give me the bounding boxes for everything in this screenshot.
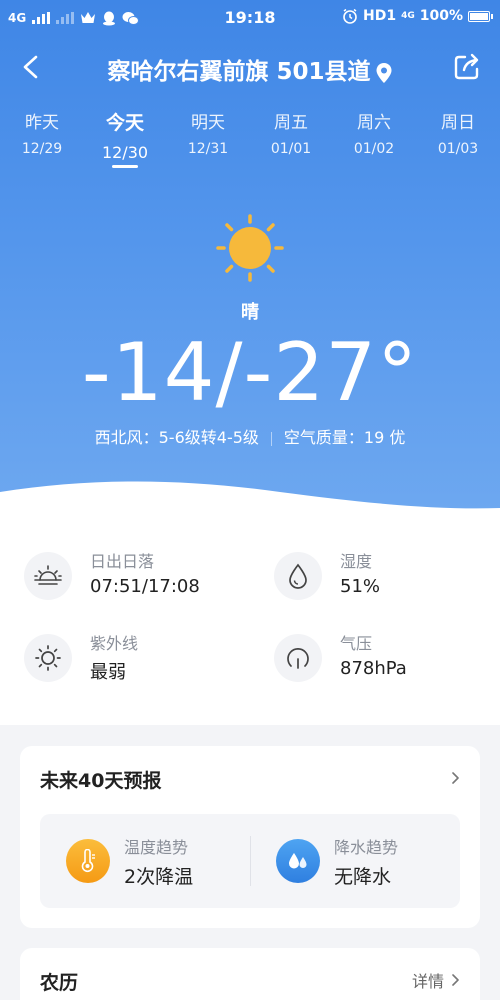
day-date: 12/30 xyxy=(101,143,149,162)
details-link[interactable]: 详情 xyxy=(412,968,444,992)
sunny-icon xyxy=(216,214,284,282)
day-date: 01/03 xyxy=(437,141,479,157)
uv-icon xyxy=(24,634,72,682)
hero-wave xyxy=(0,481,500,530)
weather-hero: 4G 19:18 HD1 4G 100% 察哈尔右翼前旗 501县道 昨天 12/… xyxy=(0,0,500,530)
humidity: 湿度 51% xyxy=(274,548,500,608)
detail-value: 最弱 xyxy=(90,662,126,683)
chevron-right-icon[interactable] xyxy=(450,772,462,784)
tab-tomorrow[interactable]: 明天 12/31 xyxy=(168,108,248,157)
sunrise-sunset: 日出日落 07:51/17:08 xyxy=(24,548,254,608)
location-name: 察哈尔右翼前旗 501县道 xyxy=(107,59,371,85)
tab-yesterday[interactable]: 昨天 12/29 xyxy=(2,108,82,157)
tab-saturday[interactable]: 周六 01/02 xyxy=(334,108,414,157)
day-date: 12/31 xyxy=(187,141,229,157)
wind-info: 西北风：5-6级转4-5级 xyxy=(94,428,259,447)
day-name: 周日 xyxy=(441,113,475,133)
day-date: 12/29 xyxy=(21,141,63,157)
location-title[interactable]: 察哈尔右翼前旗 501县道 xyxy=(60,52,440,86)
day-name: 今天 xyxy=(105,112,144,134)
air-quality[interactable]: 空气质量：19 优 xyxy=(284,428,405,447)
divider xyxy=(270,431,272,446)
weather-details: 日出日落 07:51/17:08 湿度 51% 紫外线 最弱 气压 878hPa xyxy=(0,530,500,725)
trend-value: 2次降温 xyxy=(124,866,194,888)
alarm-icon xyxy=(343,8,357,24)
top-header: 察哈尔右翼前旗 501县道 xyxy=(0,44,500,92)
precipitation-trend[interactable]: 降水趋势 无降水 xyxy=(250,814,460,908)
trend-panel: 温度趋势 2次降温 降水趋势 无降水 xyxy=(40,814,460,908)
sunrise-icon xyxy=(24,552,72,600)
thermometer-icon xyxy=(66,839,110,883)
day-name: 周六 xyxy=(357,113,391,133)
battery-icon xyxy=(468,10,493,22)
detail-value: 51% xyxy=(340,576,381,597)
tab-today[interactable]: 今天 12/30 xyxy=(85,108,165,162)
chevron-right-icon[interactable] xyxy=(450,974,462,986)
humidity-icon xyxy=(274,552,322,600)
active-tab-indicator xyxy=(112,165,138,168)
tab-friday[interactable]: 周五 01/01 xyxy=(251,108,331,157)
location-pin-icon xyxy=(376,62,392,83)
back-icon[interactable] xyxy=(16,52,46,82)
detail-label: 湿度 xyxy=(340,552,373,571)
temperature-range: -14/-27° xyxy=(81,326,419,419)
detail-label: 日出日落 xyxy=(90,552,155,571)
trend-label: 降水趋势 xyxy=(334,838,399,857)
status-bar: 4G 19:18 HD1 4G 100% xyxy=(0,0,500,36)
day-name: 明天 xyxy=(191,113,225,133)
raindrops-icon xyxy=(276,839,320,883)
detail-value: 878hPa xyxy=(340,658,407,679)
battery-percent: 100% xyxy=(419,8,463,24)
day-tabs: 昨天 12/29 今天 12/30 明天 12/31 周五 01/01 周六 01/02 … xyxy=(0,108,500,178)
lte-indicator: 4G xyxy=(401,10,415,21)
temperature-trend[interactable]: 温度趋势 2次降温 xyxy=(40,814,250,908)
pressure-icon xyxy=(274,634,322,682)
trend-label: 温度趋势 xyxy=(124,838,189,857)
share-icon[interactable] xyxy=(452,52,482,82)
day-name: 周五 xyxy=(274,113,308,133)
trend-value: 无降水 xyxy=(334,866,392,888)
detail-label: 气压 xyxy=(340,634,373,653)
forecast-40-card[interactable]: 未来40天预报 温度趋势 2次降温 降水趋势 无降水 xyxy=(20,746,480,928)
wind-air-row: 西北风：5-6级转4-5级 空气质量：19 优 xyxy=(0,424,500,448)
day-name: 昨天 xyxy=(25,113,59,133)
card-title: 农历 xyxy=(40,972,79,994)
tab-sunday[interactable]: 周日 01/03 xyxy=(418,108,498,157)
card-title: 未来40天预报 xyxy=(40,770,162,792)
detail-value: 07:51/17:08 xyxy=(90,576,200,597)
hd-indicator: HD1 xyxy=(362,8,397,24)
uv-index: 紫外线 最弱 xyxy=(24,630,254,690)
detail-label: 紫外线 xyxy=(90,634,139,653)
air-pressure: 气压 878hPa xyxy=(274,630,500,690)
lunar-calendar-card[interactable]: 农历 详情 xyxy=(20,948,480,1000)
day-date: 01/02 xyxy=(353,141,395,157)
day-date: 01/01 xyxy=(270,141,312,157)
weather-condition: 晴 xyxy=(241,302,259,323)
